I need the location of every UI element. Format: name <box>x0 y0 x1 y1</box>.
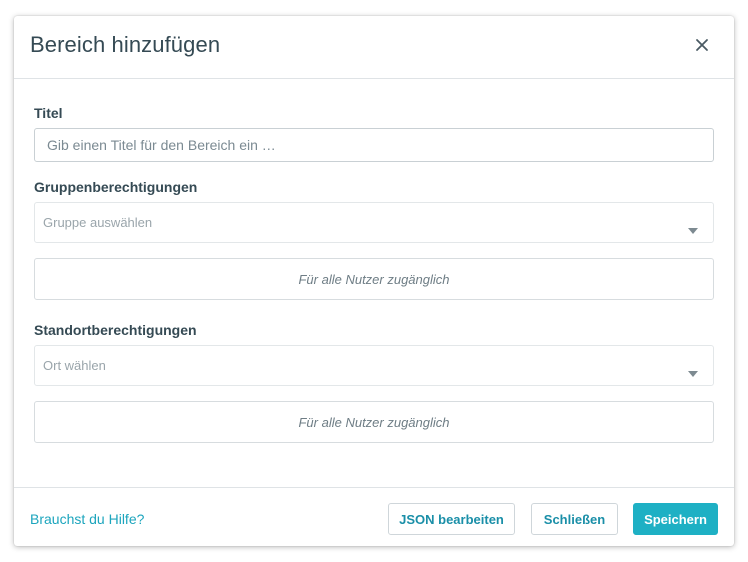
close-button[interactable]: Schließen <box>531 503 618 535</box>
location-access-info: Für alle Nutzer zugänglich <box>34 401 714 443</box>
help-link[interactable]: Brauchst du Hilfe? <box>30 511 144 527</box>
location-select-placeholder: Ort wählen <box>43 358 106 373</box>
dialog-body: Titel Gruppenberechtigungen Gruppe auswä… <box>14 79 734 487</box>
group-access-text: Für alle Nutzer zugänglich <box>298 271 450 287</box>
location-select[interactable]: Ort wählen <box>34 345 714 386</box>
chevron-down-icon <box>688 364 698 377</box>
group-access-info: Für alle Nutzer zugänglich <box>34 258 714 300</box>
location-access-text: Für alle Nutzer zugänglich <box>298 414 450 430</box>
dialog-title: Bereich hinzufügen <box>30 32 221 57</box>
edit-json-button[interactable]: JSON bearbeiten <box>388 503 515 535</box>
group-permissions-label: Gruppenberechtigungen <box>34 179 198 195</box>
add-area-dialog: Bereich hinzufügen Titel Gruppenberechti… <box>14 16 734 546</box>
dialog-header: Bereich hinzufügen <box>14 16 734 79</box>
location-permissions-label: Standortberechtigungen <box>34 322 197 338</box>
group-select[interactable]: Gruppe auswählen <box>34 202 714 243</box>
dialog-footer: Brauchst du Hilfe? JSON bearbeiten Schli… <box>14 487 734 546</box>
close-icon[interactable] <box>692 35 712 55</box>
group-select-placeholder: Gruppe auswählen <box>43 215 153 230</box>
save-button[interactable]: Speichern <box>633 503 718 535</box>
title-input[interactable] <box>34 128 714 162</box>
chevron-down-icon <box>688 221 698 234</box>
title-label: Titel <box>34 105 63 121</box>
